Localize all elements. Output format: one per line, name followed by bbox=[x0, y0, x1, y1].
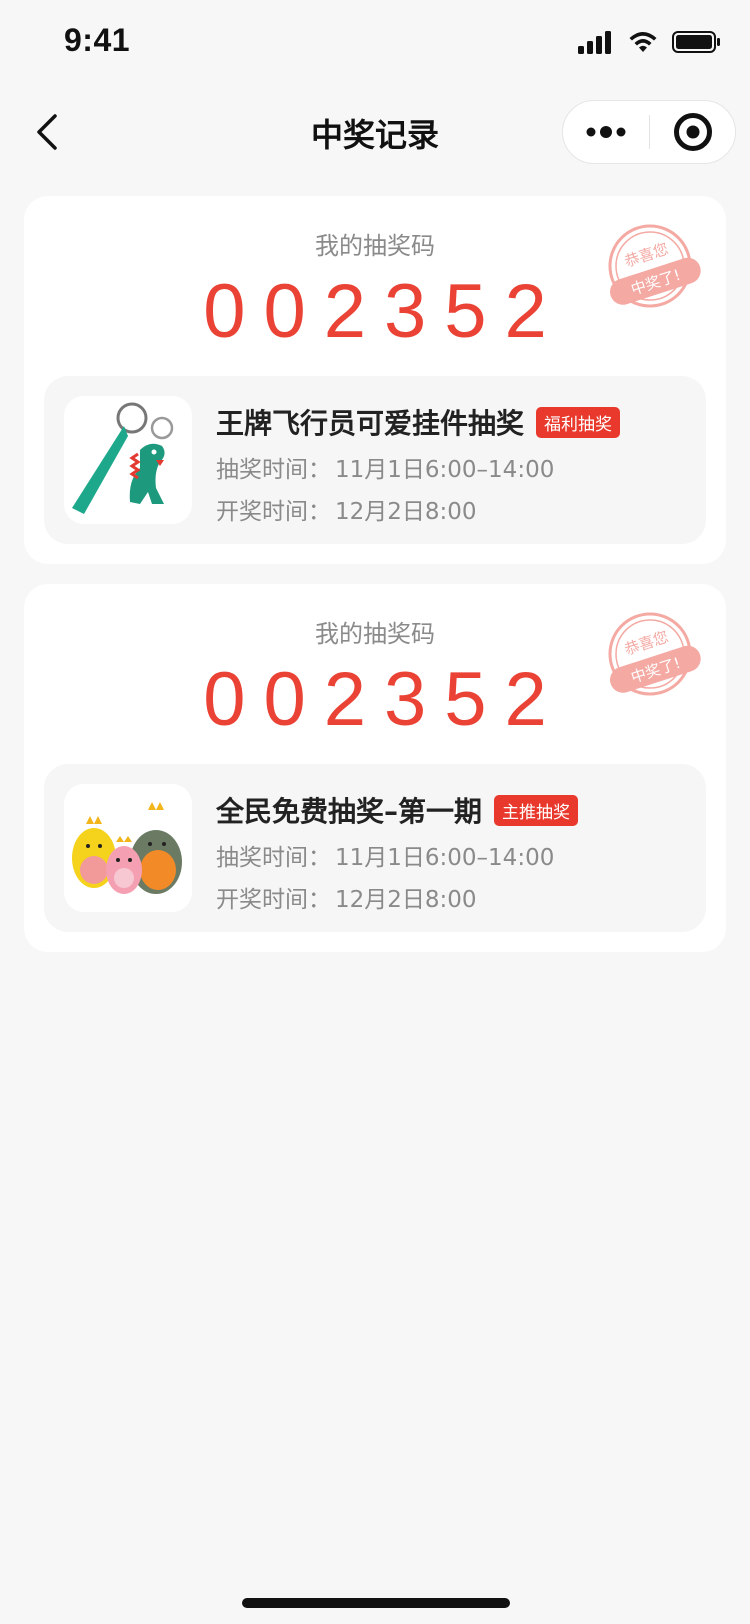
winner-stamp-icon: 恭喜您 中奖了! bbox=[608, 224, 701, 308]
open-time-value: 12月2日8:00 bbox=[335, 499, 477, 525]
draw-time-label: 抽奖时间： bbox=[216, 457, 331, 483]
record-card: 我的抽奖码 002352 恭喜您 中奖了! 全民免费抽奖–第一期 主推抽奖 抽奖… bbox=[24, 584, 726, 952]
prize-item[interactable]: 王牌飞行员可爱挂件抽奖 福利抽奖 抽奖时间： 11月1日6:00–14:00 开奖… bbox=[44, 376, 706, 544]
prize-title: 王牌飞行员可爱挂件抽奖 bbox=[216, 407, 525, 440]
open-time-row: 开奖时间： 12月2日8:00 bbox=[216, 880, 477, 914]
prize-title: 全民免费抽奖–第一期 bbox=[216, 795, 483, 828]
dinosaur-keychain-image bbox=[64, 396, 192, 524]
target-icon bbox=[673, 113, 712, 151]
open-time-label: 开奖时间： bbox=[216, 887, 331, 913]
signal-icon bbox=[578, 31, 611, 54]
prize-title-row: 王牌飞行员可爱挂件抽奖 福利抽奖 bbox=[216, 402, 621, 442]
status-time: 9:41 bbox=[64, 22, 131, 58]
close-miniprogram-button[interactable] bbox=[650, 101, 735, 163]
status-icons bbox=[578, 30, 722, 54]
winner-stamp-icon: 恭喜您 中奖了! bbox=[608, 612, 701, 696]
draw-time-value: 11月1日6:00–14:00 bbox=[335, 845, 555, 871]
record-card: 我的抽奖码 002352 恭喜您 中奖了! 王牌飞行员可爱挂件抽奖 福利抽奖 抽… bbox=[24, 196, 726, 564]
prize-image bbox=[64, 396, 192, 524]
home-indicator[interactable] bbox=[242, 1598, 510, 1608]
draw-time-row: 抽奖时间： 11月1日6:00–14:00 bbox=[216, 838, 554, 872]
open-time-row: 开奖时间： 12月2日8:00 bbox=[216, 492, 477, 526]
draw-time-row: 抽奖时间： 11月1日6:00–14:00 bbox=[216, 450, 554, 484]
open-time-value: 12月2日8:00 bbox=[335, 887, 477, 913]
more-button[interactable] bbox=[563, 101, 649, 163]
dinosaur-plush-image bbox=[64, 784, 192, 912]
mini-program-capsule bbox=[562, 100, 736, 164]
draw-time-label: 抽奖时间： bbox=[216, 845, 331, 871]
nav-bar: 中奖记录 bbox=[0, 88, 750, 176]
lottery-tag: 福利抽奖 bbox=[536, 406, 621, 438]
prize-title-row: 全民免费抽奖–第一期 主推抽奖 bbox=[216, 790, 579, 830]
wifi-icon bbox=[629, 32, 657, 52]
more-dots-icon bbox=[586, 126, 626, 138]
draw-time-value: 11月1日6:00–14:00 bbox=[335, 457, 555, 483]
lottery-tag: 主推抽奖 bbox=[494, 794, 579, 826]
open-time-label: 开奖时间： bbox=[216, 499, 331, 525]
status-bar: 9:41 bbox=[0, 0, 750, 88]
prize-image bbox=[64, 784, 192, 912]
prize-item[interactable]: 全民免费抽奖–第一期 主推抽奖 抽奖时间： 11月1日6:00–14:00 开奖时… bbox=[44, 764, 706, 932]
battery-icon bbox=[672, 31, 720, 53]
